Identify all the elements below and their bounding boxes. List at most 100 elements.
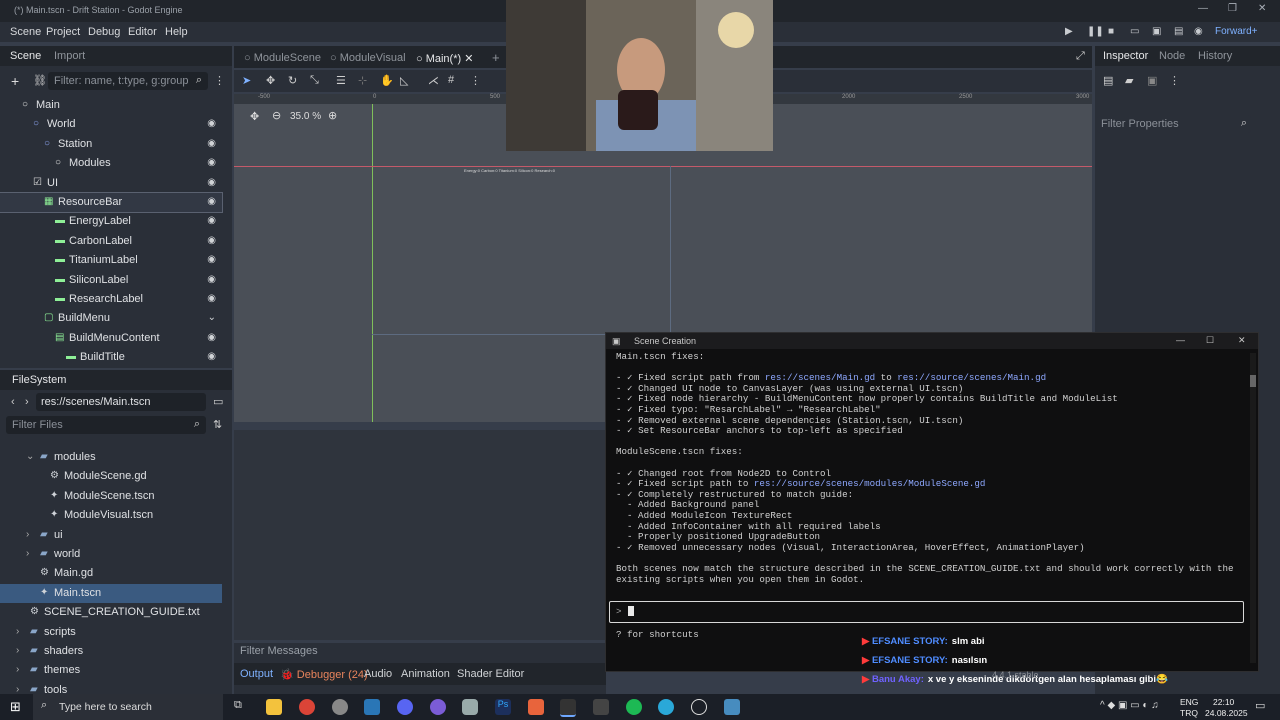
chevron-icon[interactable]: › — [16, 645, 19, 656]
pan-icon[interactable]: ✥ — [250, 110, 259, 123]
scene-node[interactable]: ▤ BuildMenuContent ◉ — [0, 329, 222, 348]
open-folder-icon[interactable]: ▰ — [1125, 74, 1133, 87]
folder-item[interactable]: › ▰ ui — [0, 526, 222, 545]
scene-node[interactable]: ▬ CarbonLabel ◉ — [0, 232, 222, 251]
scene-node[interactable]: ▢ BuildMenu ⌄ — [0, 309, 222, 328]
app-icon[interactable] — [528, 699, 544, 715]
taskbar-search[interactable]: ⌕ Type here to search — [33, 694, 223, 720]
chevron-icon[interactable]: › — [26, 529, 29, 540]
zoom-level[interactable]: 35.0 % — [290, 111, 321, 122]
tab-shader-editor[interactable]: Shader Editor — [457, 668, 524, 680]
scene-node[interactable]: ▦ ResourceBar ◉ — [0, 192, 223, 213]
visibility-icon[interactable]: ◉ — [207, 293, 216, 304]
folder-item[interactable]: › ▰ themes — [0, 661, 222, 680]
tab-node[interactable]: Node — [1159, 50, 1185, 62]
scene-node[interactable]: ○ World ◉ — [0, 115, 222, 134]
obs-icon[interactable] — [332, 699, 348, 715]
task-view-icon[interactable]: ⧉ — [234, 699, 250, 715]
scene-node[interactable]: ▬ SiliconLabel ◉ — [0, 271, 222, 290]
scene-node[interactable]: ▬ EnergyLabel ◉ — [0, 212, 222, 231]
filter-messages[interactable]: Filter Messages — [240, 645, 318, 657]
unity-icon[interactable] — [462, 699, 478, 715]
more-icon[interactable]: ⋮ — [214, 74, 225, 87]
minimize-button[interactable]: — — [1198, 3, 1208, 14]
forward-icon[interactable]: › — [25, 396, 29, 408]
file-item[interactable]: ✦ ModuleVisual.tscn — [0, 506, 222, 525]
more-icon[interactable]: ⋮ — [1169, 74, 1180, 87]
visibility-icon[interactable]: ◉ — [207, 138, 216, 149]
pause-icon[interactable]: ❚❚ — [1087, 26, 1104, 37]
menu-help[interactable]: Help — [165, 26, 188, 38]
scene-node[interactable]: ▬ TitaniumLabel ◉ — [0, 251, 222, 270]
app-icon[interactable] — [658, 699, 674, 715]
godot-icon[interactable] — [724, 699, 740, 715]
maximize-button[interactable]: ❐ — [1228, 3, 1237, 14]
filter-files-input[interactable]: Filter Files ⌕ — [6, 416, 206, 434]
file-item[interactable]: ⚙ ModuleScene.gd — [0, 467, 222, 486]
visibility-icon[interactable]: ◉ — [207, 118, 216, 129]
tab-main[interactable]: ○ Main(*) ✕ — [416, 52, 473, 65]
search-icon[interactable]: ⌕ — [194, 418, 200, 431]
terminal-maximize-button[interactable]: ☐ — [1206, 335, 1214, 346]
tab-animation[interactable]: Animation — [401, 668, 450, 680]
sort-icon[interactable]: ⇅ — [213, 418, 222, 431]
distraction-free-icon[interactable]: ⤢ — [1076, 50, 1085, 63]
scene-node[interactable]: ○ Main — [0, 96, 222, 115]
clock-time[interactable]: 22:10 — [1213, 697, 1234, 707]
visibility-icon[interactable]: ◉ — [207, 177, 216, 188]
visibility-icon[interactable]: ◉ — [207, 196, 216, 207]
ruler-tool-icon[interactable]: ◺ — [400, 74, 408, 87]
folder-item[interactable]: › ▰ world — [0, 545, 222, 564]
back-icon[interactable]: ‹ — [11, 396, 15, 408]
terminal-close-button[interactable]: ✕ — [1238, 335, 1246, 346]
menu-debug[interactable]: Debug — [88, 26, 120, 38]
tab-audio[interactable]: Audio — [364, 668, 392, 680]
file-item[interactable]: ⚙ Main.gd — [0, 564, 222, 583]
tray-icons[interactable]: ^ ◆ ▣ ▭ ◐ ♫ — [1100, 700, 1159, 711]
folder-item[interactable]: ⌄ ▰ modules — [0, 448, 222, 467]
new-resource-icon[interactable]: ▤ — [1103, 74, 1113, 87]
zoom-out-icon[interactable]: ⊖ — [272, 109, 281, 122]
visibility-icon[interactable]: ◉ — [207, 274, 216, 285]
play-custom-icon[interactable]: ▤ — [1174, 26, 1183, 37]
terminal-input[interactable]: > — [609, 601, 1244, 623]
photoshop-icon[interactable]: Ps — [495, 699, 511, 715]
more-icon[interactable]: ⋮ — [470, 74, 481, 87]
app-icon[interactable] — [593, 699, 609, 715]
chevron-icon[interactable]: › — [26, 548, 29, 559]
terminal-minimize-button[interactable]: — — [1176, 335, 1185, 345]
file-item[interactable]: ⚙ SCENE_CREATION_GUIDE.txt — [0, 603, 222, 622]
clock-date[interactable]: 24.08.2025 — [1205, 708, 1248, 718]
chevron-icon[interactable]: › — [16, 664, 19, 675]
clock-app-icon[interactable] — [691, 699, 707, 715]
close-button[interactable]: ✕ — [1258, 3, 1266, 14]
scene-filter-input[interactable]: Filter: name, t:type, g:group ⌕ — [48, 72, 208, 90]
pan-tool-icon[interactable]: ✋ — [380, 74, 394, 87]
tab-inspector[interactable]: Inspector — [1103, 50, 1148, 62]
search-icon[interactable]: ⌕ — [196, 74, 202, 87]
discord-icon[interactable] — [397, 699, 413, 715]
tab-modulescene[interactable]: ○ ModuleScene — [244, 52, 321, 64]
notification-icon[interactable]: ▭ — [1255, 699, 1265, 712]
tab-history[interactable]: History — [1198, 50, 1232, 62]
windows-start-icon[interactable]: ⊞ — [10, 699, 21, 715]
tab-modulevisual[interactable]: ○ ModuleVisual — [330, 52, 406, 64]
folder-item[interactable]: › ▰ shaders — [0, 642, 222, 661]
save-icon[interactable]: ▣ — [1147, 74, 1157, 87]
select-tool-icon[interactable]: ➤ — [242, 74, 251, 87]
snap-icon[interactable]: ⋌ — [428, 74, 439, 87]
split-view-icon[interactable]: ▭ — [213, 395, 223, 408]
visibility-icon[interactable]: ◉ — [207, 235, 216, 246]
zoom-in-icon[interactable]: ⊕ — [328, 109, 337, 122]
grid-snap-icon[interactable]: # — [448, 74, 454, 86]
visibility-icon[interactable]: ◉ — [207, 215, 216, 226]
scene-node[interactable]: ○ Modules ◉ — [0, 154, 222, 173]
scene-node[interactable]: ▬ ResearchLabel ◉ — [0, 290, 222, 309]
tab-scene[interactable]: Scene — [10, 50, 41, 62]
tab-debugger[interactable]: 🐞 Debugger (24) — [280, 668, 368, 681]
chevron-icon[interactable]: ⌄ — [26, 451, 34, 462]
add-tab-icon[interactable]: + — [492, 50, 500, 65]
visibility-icon[interactable]: ◉ — [207, 332, 216, 343]
steam-icon[interactable] — [364, 699, 380, 715]
renderer-select[interactable]: Forward+ — [1215, 26, 1258, 37]
